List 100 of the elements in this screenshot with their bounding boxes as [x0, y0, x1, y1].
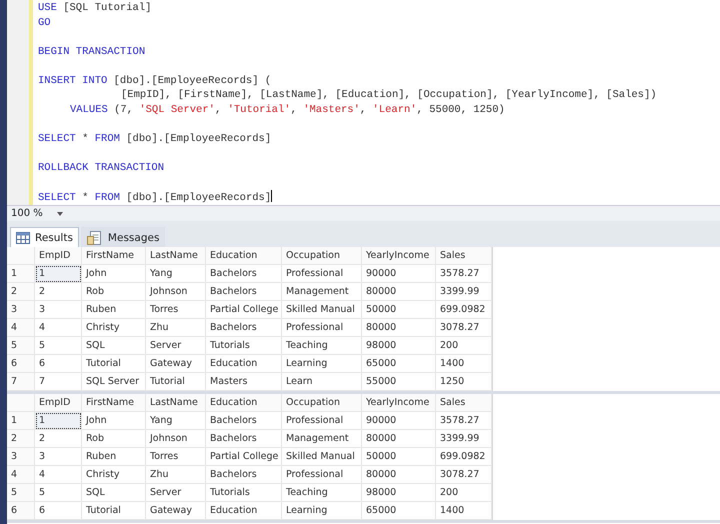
table-cell: Teaching: [282, 337, 362, 355]
table-cell: Learning: [282, 502, 362, 520]
table-cell: 1400: [436, 502, 492, 520]
table-cell: 98000: [362, 337, 436, 355]
code-line: ROLLBACK TRANSACTION: [38, 160, 166, 175]
grid-corner[interactable]: [7, 394, 35, 412]
caret-icon: [56, 212, 63, 216]
table-cell: 2: [35, 283, 82, 301]
table-cell: 1400: [436, 355, 492, 373]
results-tab[interactable]: Messages: [80, 227, 166, 247]
table-cell: Professional: [282, 412, 362, 430]
table-cell: 65000: [362, 502, 436, 520]
column-header: YearlyIncome: [362, 247, 436, 265]
table-cell: Learn: [282, 373, 362, 391]
table-cell: Bachelors: [206, 283, 282, 301]
row-number: 5: [7, 484, 35, 502]
table-cell: Tutorial: [82, 502, 146, 520]
column-header: FirstName: [82, 247, 146, 265]
table-cell: Partial College: [206, 448, 282, 466]
row-number: 6: [7, 355, 35, 373]
table-cell: Johnson: [146, 283, 206, 301]
column-header: Occupation: [282, 247, 362, 265]
table-cell: 80000: [362, 430, 436, 448]
row-number: 4: [7, 319, 35, 337]
table-cell: 3078.27: [436, 466, 492, 484]
table-cell: Education: [206, 355, 282, 373]
zoom-dropdown[interactable]: 100 %: [7, 208, 67, 219]
text-cursor: [271, 190, 272, 202]
table-cell: 1: [35, 265, 82, 283]
code-line: INSERT INTO [dbo].[EmployeeRecords] (: [38, 74, 272, 88]
table-cell: Zhu: [146, 466, 206, 484]
table-cell: 90000: [362, 412, 436, 430]
table-cell: Rob: [82, 430, 146, 448]
table-cell: 3: [35, 301, 82, 319]
table-cell: 80000: [362, 466, 436, 484]
table-cell: Christy: [82, 466, 146, 484]
table-cell: 200: [436, 337, 492, 355]
table-cell: Johnson: [146, 430, 206, 448]
table-cell: Bachelors: [206, 430, 282, 448]
table-cell: Masters: [206, 373, 282, 391]
table-cell: Bachelors: [206, 412, 282, 430]
table-cell: 200: [436, 484, 492, 502]
table-cell: Tutorial: [82, 355, 146, 373]
table-cell: Professional: [282, 319, 362, 337]
table-cell: 5: [35, 484, 82, 502]
column-header: FirstName: [82, 394, 146, 412]
table-cell: 699.0982: [436, 448, 492, 466]
table-cell: Bachelors: [206, 319, 282, 337]
table-cell: 98000: [362, 484, 436, 502]
row-number: 4: [7, 466, 35, 484]
table-cell: 3578.27: [436, 412, 492, 430]
table-cell: 1: [35, 412, 82, 430]
row-number: 1: [7, 412, 35, 430]
code-line: [EmpID], [FirstName], [LastName], [Education], [Occupation], [YearlyIncome], [Sales]): [120, 88, 657, 102]
table-cell: Tutorials: [206, 337, 282, 355]
grid-corner[interactable]: [7, 247, 35, 265]
table-cell: 80000: [362, 283, 436, 301]
table-cell: 6: [35, 502, 82, 520]
table-cell: 1250: [436, 373, 492, 391]
row-number: 3: [7, 448, 35, 466]
table-cell: 3078.27: [436, 319, 492, 337]
column-header: EmpID: [35, 247, 82, 265]
table-cell: Ruben: [82, 301, 146, 319]
code-line: SELECT * FROM [dbo].[EmployeeRecords]: [38, 132, 272, 146]
table-cell: Management: [282, 430, 362, 448]
table-cell: Gateway: [146, 355, 206, 373]
table-cell: 699.0982: [436, 301, 492, 319]
column-header: Sales: [436, 394, 492, 412]
code-line: BEGIN TRANSACTION: [38, 44, 146, 59]
table-cell: John: [82, 412, 146, 430]
table-cell: SQL: [82, 337, 146, 355]
table-cell: 7: [35, 373, 82, 391]
table-cell: Bachelors: [206, 265, 282, 283]
row-number: 7: [7, 373, 35, 391]
table-cell: 3578.27: [436, 265, 492, 283]
table-cell: 80000: [362, 319, 436, 337]
table-cell: Education: [206, 502, 282, 520]
table-cell: Torres: [146, 448, 206, 466]
row-number: 2: [7, 430, 35, 448]
row-number: 2: [7, 283, 35, 301]
column-header: Occupation: [282, 394, 362, 412]
row-number: 1: [7, 265, 35, 283]
table-cell: 55000: [362, 373, 436, 391]
row-number: 6: [7, 502, 35, 520]
table-cell: Skilled Manual: [282, 301, 362, 319]
table-cell: 50000: [362, 301, 436, 319]
table-cell: Management: [282, 283, 362, 301]
table-cell: 65000: [362, 355, 436, 373]
table-cell: Tutorials: [206, 484, 282, 502]
column-header: Education: [206, 247, 282, 265]
column-header: YearlyIncome: [362, 394, 436, 412]
column-header: EmpID: [35, 394, 82, 412]
table-cell: John: [82, 265, 146, 283]
table-cell: SQL: [82, 484, 146, 502]
table-cell: Learning: [282, 355, 362, 373]
table-cell: Partial College: [206, 301, 282, 319]
table-cell: Teaching: [282, 484, 362, 502]
table-cell: Bachelors: [206, 466, 282, 484]
results-tab[interactable]: Results: [10, 227, 79, 247]
column-header: LastName: [146, 394, 206, 412]
